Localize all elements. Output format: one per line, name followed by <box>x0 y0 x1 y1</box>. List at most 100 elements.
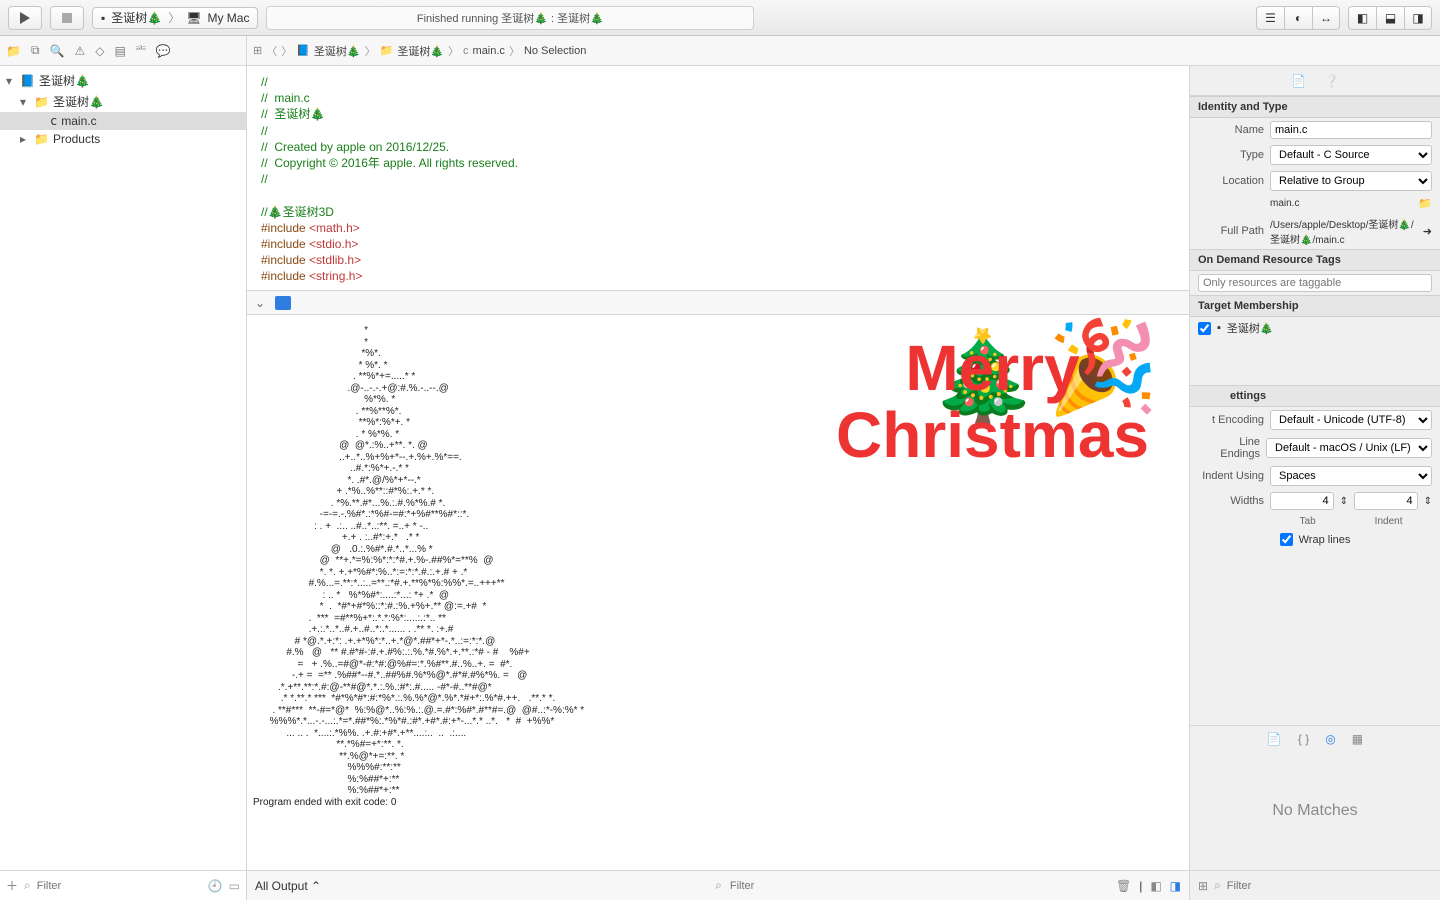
label-indentusing: Indent Using <box>1198 470 1264 482</box>
target-section-header: Target Membership <box>1190 295 1440 317</box>
tree-group[interactable]: ▾📁 圣诞树🎄 <box>0 91 246 112</box>
console-output[interactable]: * * *%*. * %*. * . **%*+=.....* * <box>247 315 1189 870</box>
variables-pane-icon[interactable]: ◧ <box>1150 879 1161 893</box>
tab-width-input[interactable] <box>1270 492 1334 510</box>
navigator-filter-input[interactable] <box>37 880 202 892</box>
toggle-navigator-button[interactable]: ◧ <box>1348 6 1376 30</box>
console-filter-input[interactable] <box>730 880 1108 892</box>
location-select[interactable]: Relative to Group <box>1270 171 1432 191</box>
filter-icon: ⌕ <box>1214 878 1221 893</box>
label-name: Name <box>1198 124 1264 136</box>
back-button[interactable]: 〈 <box>266 43 277 59</box>
console-toolbar: All Output ⌃ ⌕ 🗑 | ◧ ◨ <box>247 870 1189 900</box>
label-widths: Widths <box>1198 495 1264 507</box>
ondemand-tags-input <box>1198 274 1432 292</box>
tab-sublabel: Tab <box>1300 516 1316 527</box>
find-navigator-icon[interactable]: 🔍 <box>50 44 65 58</box>
indent-width-input[interactable] <box>1354 492 1418 510</box>
main-toolbar: ▪ 圣诞树🎄 〉 🖥 My Mac Finished running 圣诞树🎄 … <box>0 0 1440 36</box>
disclosure-triangle-icon[interactable]: ▾ <box>20 95 30 109</box>
filter-icon: ⌕ <box>24 878 31 893</box>
secondary-toolbar: 📁 ⧉ 🔍 ⚠ ◇ ▤ ⎃ 💬 ⊞ 〈 〉 📘 圣诞树🎄〉 📁 圣诞树🎄〉 c … <box>0 36 1440 66</box>
project-navigator-icon[interactable]: 📁 <box>6 44 21 58</box>
target-name: 圣诞树🎄 <box>1227 320 1274 336</box>
target-checkbox[interactable] <box>1198 322 1211 335</box>
tree-file-main-c[interactable]: c main.c <box>0 112 246 130</box>
target-icon: ▪ <box>1217 322 1221 334</box>
console-pane-icon[interactable]: ◨ <box>1170 879 1181 893</box>
file-inspector-icon[interactable]: 📄 <box>1291 74 1306 88</box>
source-editor[interactable]: // // main.c // 圣诞树🎄 // // Created by ap… <box>247 66 1189 291</box>
breadcrumb-group[interactable]: 📁 圣诞树🎄 <box>380 43 444 59</box>
library-filter-bar: ⊞ ⌕ <box>1190 870 1440 900</box>
disclosure-triangle-icon[interactable]: ▾ <box>6 74 16 88</box>
jump-bar: ⊞ 〈 〉 📘 圣诞树🎄〉 📁 圣诞树🎄〉 c main.c〉 No Selec… <box>247 36 1440 65</box>
label-fullpath: Full Path <box>1198 225 1264 237</box>
media-library-icon[interactable]: ▦ <box>1352 732 1363 746</box>
issue-navigator-icon[interactable]: ⚠ <box>74 44 85 58</box>
wrap-lines-checkbox[interactable] <box>1280 533 1293 546</box>
panel-toggle-segment: ◧ ⬓ ◨ <box>1348 6 1432 30</box>
breakpoint-navigator-icon[interactable]: ⎃ <box>136 43 146 58</box>
activity-status: Finished running 圣诞树🎄 : 圣诞树🎄 <box>266 6 754 30</box>
version-editor-button[interactable]: ↔ <box>1312 6 1340 30</box>
fullpath-value: /Users/apple/Desktop/圣诞树🎄/圣诞树🎄/main.c <box>1270 216 1417 246</box>
identity-section-header: Identity and Type <box>1190 96 1440 118</box>
output-selector[interactable]: All Output ⌃ <box>255 879 321 893</box>
toggle-debug-button[interactable]: ⬓ <box>1376 6 1404 30</box>
library-tabs: 📄 { } ◎ ▦ <box>1190 726 1440 752</box>
toggle-console-icon[interactable]: ⌄ <box>255 296 265 310</box>
textenc-select[interactable]: Default - Unicode (UTF-8) <box>1270 410 1432 430</box>
chevron-right-icon: 〉 <box>168 9 180 26</box>
related-items-icon[interactable]: ⊞ <box>253 44 262 57</box>
debug-bar: ⌄ <box>247 291 1189 315</box>
indentusing-select[interactable]: Spaces <box>1270 466 1432 486</box>
inspector-body: Identity and Type Name TypeDefault - C S… <box>1190 96 1440 725</box>
object-library-icon[interactable]: ◎ <box>1325 732 1335 746</box>
source-control-navigator-icon[interactable]: ⧉ <box>31 43 40 58</box>
reveal-icon[interactable]: ➜ <box>1423 225 1432 238</box>
recent-filter-icon[interactable]: 🕘 <box>208 879 223 893</box>
code-snippet-icon[interactable]: { } <box>1298 732 1309 746</box>
toggle-inspector-button[interactable]: ◨ <box>1404 6 1432 30</box>
test-navigator-icon[interactable]: ◇ <box>95 44 104 58</box>
project-tree: ▾📘 圣诞树🎄 ▾📁 圣诞树🎄 c main.c ▸📁 Products <box>0 66 246 870</box>
device-icon: 🖥 <box>186 11 201 25</box>
navigator-bottom-bar: ＋ ⌕ 🕘 ▭ <box>0 870 246 900</box>
disclosure-triangle-icon[interactable]: ▸ <box>20 132 30 146</box>
scheme-selector[interactable]: ▪ 圣诞树🎄 〉 🖥 My Mac <box>92 7 258 29</box>
breadcrumb-file[interactable]: c main.c <box>463 45 505 57</box>
breadcrumb-selection[interactable]: No Selection <box>524 45 586 57</box>
add-button[interactable]: ＋ <box>6 877 18 894</box>
forward-button[interactable]: 〉 <box>281 43 292 59</box>
library-filter-input[interactable] <box>1227 880 1432 892</box>
stop-button[interactable] <box>50 6 84 30</box>
tree-project[interactable]: ▾📘 圣诞树🎄 <box>0 70 246 91</box>
terminal-icon: ▪ <box>101 11 105 25</box>
trash-icon[interactable]: 🗑 <box>1116 879 1131 893</box>
breadcrumb-project[interactable]: 📘 圣诞树🎄 <box>296 43 360 59</box>
folder-icon[interactable]: 📁 <box>1418 197 1432 210</box>
location-path: main.c <box>1270 198 1412 209</box>
lineend-select[interactable]: Default - macOS / Unix (LF) <box>1266 438 1432 458</box>
navigator-sidebar: ▾📘 圣诞树🎄 ▾📁 圣诞树🎄 c main.c ▸📁 Products ＋ ⌕… <box>0 66 247 900</box>
scheme-device: My Mac <box>207 11 249 25</box>
file-template-icon[interactable]: 📄 <box>1267 732 1282 746</box>
editor-column: // // main.c // 圣诞树🎄 // // Created by ap… <box>247 66 1190 900</box>
name-input[interactable] <box>1270 121 1432 139</box>
assistant-editor-button[interactable]: ◐ <box>1284 6 1312 30</box>
report-navigator-icon[interactable]: 💬 <box>156 44 171 58</box>
wrap-label: Wrap lines <box>1299 534 1351 546</box>
breakpoint-tag-icon[interactable] <box>275 296 291 310</box>
standard-editor-button[interactable]: ☰ <box>1256 6 1284 30</box>
type-select[interactable]: Default - C Source <box>1270 145 1432 165</box>
scm-filter-icon[interactable]: ▭ <box>229 879 240 893</box>
quick-help-icon[interactable]: ❔ <box>1324 74 1339 88</box>
library-panel: 📄 { } ◎ ▦ No Matches ⊞ ⌕ <box>1190 725 1440 900</box>
scheme-target: 圣诞树🎄 <box>111 9 162 26</box>
debug-navigator-icon[interactable]: ▤ <box>114 44 125 58</box>
library-view-icon[interactable]: ⊞ <box>1198 879 1208 893</box>
run-button[interactable] <box>8 6 42 30</box>
indent-sublabel: Indent <box>1375 516 1403 527</box>
tree-products[interactable]: ▸📁 Products <box>0 130 246 148</box>
